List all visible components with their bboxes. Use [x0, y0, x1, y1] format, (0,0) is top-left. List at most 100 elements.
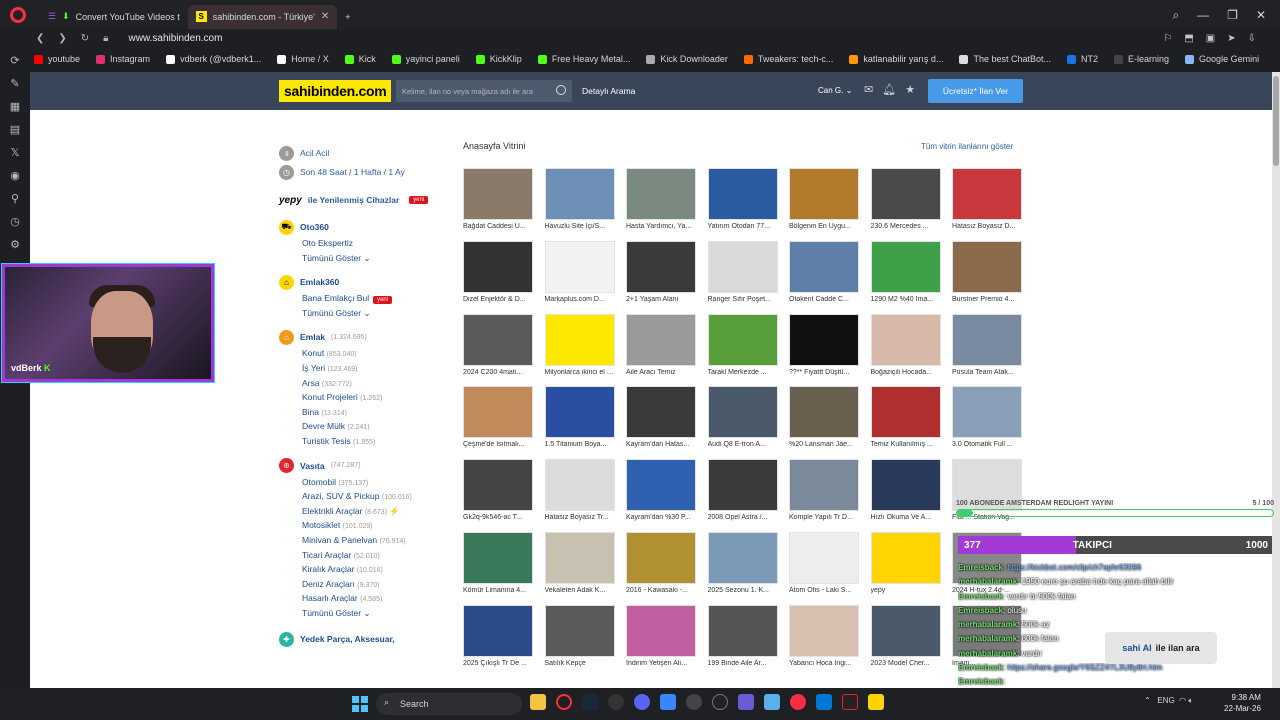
listing-thumbnail[interactable] [870, 604, 941, 657]
vitrin-listing[interactable]: 2016 - Kawasaki -... [626, 532, 698, 594]
listing-caption[interactable]: %20 Lansman Jae... [789, 441, 861, 448]
listing-caption[interactable]: Bağdat Caddesi Ü... [463, 223, 535, 230]
category-link[interactable]: İş Yeri (123.469) [279, 361, 459, 376]
chat-username[interactable]: Emreisback [958, 663, 1003, 672]
app-icon[interactable] [660, 694, 676, 710]
bookmark-item[interactable]: youtube [34, 54, 80, 64]
search-tabs-icon[interactable]: ⌕ [1172, 8, 1179, 23]
sahibinden-logo[interactable]: sahibinden.com [279, 80, 392, 102]
discord-icon[interactable] [634, 694, 650, 710]
find-realtor-link[interactable]: Bana Emlakçı Bul yeni [279, 291, 459, 306]
listing-caption[interactable]: Bölgenin En Uygu... [789, 223, 861, 230]
bookmark-item[interactable]: vdberk (@vdberk1... [166, 54, 261, 64]
listing-caption[interactable]: 2016 - Kawasaki -... [626, 587, 698, 594]
oto360-title[interactable]: Oto360 [300, 222, 329, 232]
detailed-search-link[interactable]: Detaylı Arama [582, 86, 635, 96]
vitrin-listing[interactable]: Hatasız Boyasız Tr... [544, 459, 617, 521]
yedek-title[interactable]: Yedek Parça, Aksesuar, [300, 634, 395, 644]
vitrin-listing[interactable]: Milyonlarca ikinci el ürün [544, 313, 617, 376]
listing-thumbnail[interactable] [626, 604, 696, 657]
listing-caption[interactable]: Milyonlarca ikinci el ürün [545, 369, 617, 376]
listing-thumbnail[interactable] [789, 313, 859, 366]
vitrin-listing[interactable]: Bağdat Caddesi Ü... [463, 168, 535, 230]
chat-username[interactable]: Emreisback [958, 592, 1003, 601]
listing-caption[interactable]: 230.6 Mercedes ... [871, 223, 943, 230]
listing-thumbnail[interactable] [707, 313, 778, 366]
vitrin-listing[interactable]: Satılık Kepçe [544, 604, 617, 667]
vitrin-listing[interactable]: 2024 C200 4matı... [463, 313, 535, 376]
scrollbar-thumb[interactable] [1273, 76, 1279, 166]
category-link[interactable]: Devre Mülk (2.241) [279, 419, 459, 434]
bookmark-item[interactable]: KickKlip [475, 54, 522, 64]
listing-thumbnail[interactable] [870, 313, 941, 366]
bookmark-item[interactable]: NT2 [1067, 54, 1098, 64]
mail-icon[interactable]: ✉ [864, 83, 873, 96]
listing-caption[interactable]: Pusula Team Atak... [952, 369, 1024, 376]
vitrin-listing[interactable]: 199 Binde Aile Ar... [707, 604, 780, 667]
listing-caption[interactable]: Satılık Kepçe [545, 660, 617, 667]
listing-caption[interactable]: Audi Q8 E-tron A... [708, 441, 780, 448]
vitrin-listing[interactable]: 2+1 Yaşam Alanı [626, 240, 698, 303]
taskbar-clock[interactable]: 9:38 AM 22-Mar-26 [1224, 692, 1261, 714]
yedek-parca-row[interactable]: ✚ Yedek Parça, Aksesuar, [279, 630, 459, 648]
recent-48h-link[interactable]: Son 48 Saat [300, 167, 347, 177]
bookmark-item[interactable]: Kick [344, 54, 376, 64]
category-link[interactable]: Konut Projeleri (1.262) [279, 390, 459, 405]
x-twitter-icon[interactable]: 𝕏 [11, 146, 20, 159]
opera-logo-icon[interactable] [10, 7, 26, 23]
emlak-row[interactable]: ⌂ Emlak (1.324.695) [279, 328, 459, 346]
listing-caption[interactable]: Boğaziçili Hocada... [871, 369, 943, 376]
category-link[interactable]: Elektrikli Araçlar (8.673) ⚡ [279, 504, 459, 519]
category-link[interactable]: Arazi, SUV & Pickup (100.016) [279, 489, 459, 504]
listing-caption[interactable]: 2024 C200 4matı... [463, 369, 535, 376]
bell-icon[interactable]: 🔔︎ [882, 83, 896, 96]
sahibinden-app-icon[interactable] [868, 694, 884, 710]
maps-icon[interactable] [686, 694, 702, 710]
vitrin-listing[interactable]: Ranger Sıfır Poşet... [707, 240, 780, 303]
chat-username[interactable]: merhabalaramk [958, 620, 1017, 629]
tab-close-icon[interactable]: ✕ [321, 11, 329, 22]
url-field[interactable]: www.sahibinden.com [129, 33, 223, 44]
new-tab-button[interactable]: + [337, 5, 358, 29]
music-icon[interactable] [790, 694, 806, 710]
listing-thumbnail[interactable] [626, 386, 696, 439]
listing-thumbnail[interactable] [870, 459, 941, 512]
listing-thumbnail[interactable] [544, 240, 615, 293]
vitrin-listing[interactable]: Hatasız Boyasız D... [952, 168, 1024, 230]
taskbar-search[interactable]: ⌕ Search [376, 693, 522, 715]
recent-week-link[interactable]: 1 Hafta [354, 167, 381, 177]
listing-caption[interactable]: ??** Fiyattt Düştü... [789, 369, 861, 376]
listing-caption[interactable]: Temiz Kullanılmış ... [871, 441, 943, 448]
download-icon[interactable]: ⇩ [1248, 33, 1256, 44]
listing-thumbnail[interactable] [789, 459, 859, 512]
listing-caption[interactable]: Hatasız Boyasız Tr... [545, 514, 617, 521]
listing-caption[interactable]: 2023 Model Cher... [871, 660, 943, 667]
show-all-emlak360[interactable]: Tümünü Göster ⌄ [279, 306, 459, 321]
listing-caption[interactable]: yepy [871, 587, 943, 594]
file-explorer-icon[interactable] [530, 694, 546, 710]
category-link[interactable]: Minivan & Panelvan (76.914) [279, 533, 459, 548]
bookmark-item[interactable]: Tweakers: tech-c... [743, 54, 833, 64]
vitrin-listing[interactable]: İndirim Yetişen Alı... [626, 604, 698, 667]
bookmark-item[interactable]: Kick Downloader [646, 54, 728, 64]
listing-thumbnail[interactable] [626, 168, 696, 220]
listing-thumbnail[interactable] [952, 240, 1022, 293]
vitrin-listing[interactable]: Kayram'dan %30 P... [626, 459, 698, 521]
show-all-vasita[interactable]: Tümünü Göster ⌄ [279, 606, 459, 621]
listing-caption[interactable]: 2025 Çıkışlı Tr De ... [463, 660, 535, 667]
category-link[interactable]: Turistik Tesis (1.855) [279, 434, 459, 449]
player-icon[interactable]: ◉ [10, 169, 20, 182]
recent-month-link[interactable]: 1 Ay [388, 167, 404, 177]
history-icon[interactable]: ⟳ [10, 54, 19, 67]
listing-caption[interactable]: Gk2q-9k546-ac T... [463, 514, 535, 521]
listing-caption[interactable]: Ranger Sıfır Poşet... [708, 296, 780, 303]
bookmark-item[interactable]: Home / X [277, 54, 329, 64]
settings-icon[interactable]: ⚙ [10, 238, 20, 251]
urgent-row[interactable]: ॥ Acil Acil [279, 144, 459, 162]
app-icon[interactable] [712, 694, 728, 710]
wallet-icon[interactable]: ▣ [1206, 33, 1215, 44]
listing-thumbnail[interactable] [870, 168, 941, 220]
chat-username[interactable]: merhabalaramk [958, 577, 1017, 586]
yepy-row[interactable]: yepy ile Yenilenmiş Cihazlar yeni [279, 188, 459, 212]
bookmark-item[interactable]: Free Heavy Metal... [537, 54, 630, 64]
